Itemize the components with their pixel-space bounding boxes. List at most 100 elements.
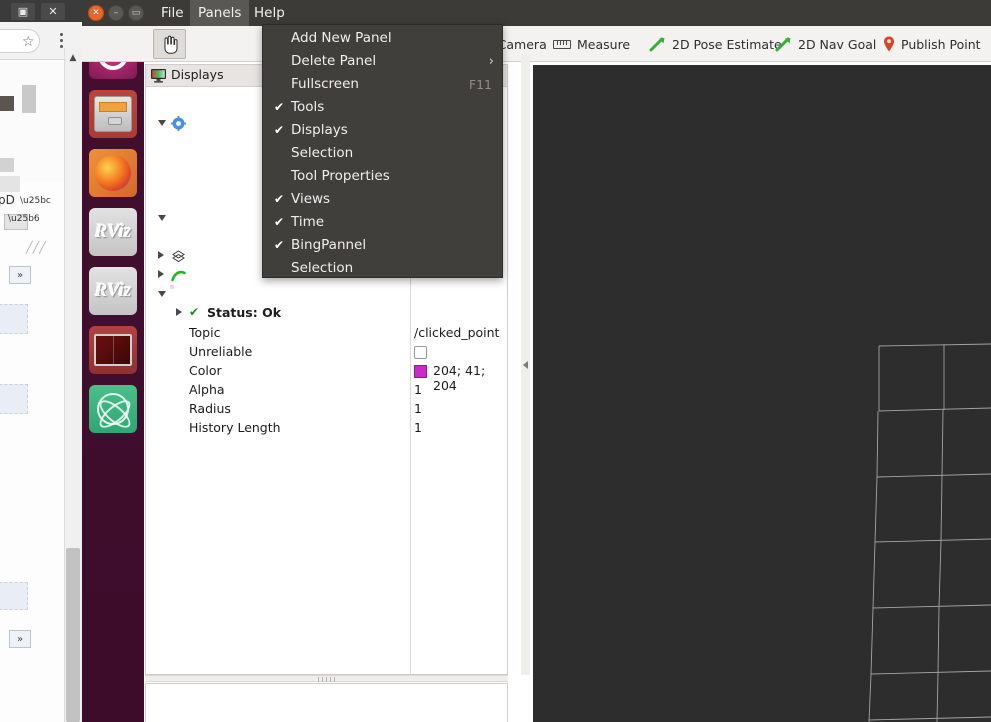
tree-row-point[interactable] [147,285,507,304]
expander-icon[interactable] [158,291,166,301]
radius-value[interactable]: 1 [414,401,422,416]
menu-item-add-new-panel[interactable]: Add New Panel [263,27,504,50]
check-icon: ✔ [274,238,285,252]
expander-icon[interactable] [158,270,164,278]
tree-row-radius[interactable]: Radius 1 [147,400,507,419]
collapse-left-arrow-icon [523,361,528,369]
browser-maximize-button[interactable]: ▣ [11,3,35,20]
gear-icon [171,116,186,131]
menu-item-bingpannel[interactable]: ✔ BingPannel [263,234,504,257]
menu-item-label: Selection [291,145,354,161]
window-maximize-button[interactable]: ▭ [128,5,144,21]
monitor-icon [150,68,167,83]
page-collapse-button-top[interactable]: » [9,266,31,284]
menu-item-selection[interactable]: Selection [263,142,504,165]
tree-row-color[interactable]: Color 204; 41; 204 [147,362,507,393]
page-grey-block [0,158,14,172]
check-icon: ✔ [274,100,285,114]
browser-menu-kebab-icon[interactable] [60,33,64,49]
check-icon: ✔ [274,192,285,206]
menu-item-tools[interactable]: ✔ Tools [263,96,504,119]
rviz-menubar: ✕ – ▭ File Panels Help [82,0,991,26]
menu-item-label: Views [291,191,331,207]
menu-item-label: BingPannel [291,237,367,253]
page-field-3[interactable] [0,582,28,610]
scroll-up-arrow-icon[interactable]: ▲ [66,52,80,64]
status-label: Status: Ok [207,305,282,320]
page-collapse-button-bottom[interactable]: » [9,630,31,648]
page-field-2[interactable] [0,384,28,414]
expander-icon[interactable] [158,251,164,259]
nav-goal-button[interactable]: 2D Nav Goal [768,28,883,60]
ruler-icon [553,39,571,49]
history-length-label: History Length [189,420,281,435]
history-length-value[interactable]: 1 [414,420,422,435]
topic-label: Topic [189,325,221,340]
window-minimize-button[interactable]: – [108,5,124,21]
3d-viewport[interactable] [533,65,991,722]
unreliable-label: Unreliable [189,344,253,359]
splitter-grip-icon [317,677,336,682]
warning-icon [171,211,186,226]
alpha-value[interactable]: 1 [414,382,422,397]
menu-help[interactable]: Help [246,0,293,26]
expander-icon[interactable] [158,120,166,130]
pose-estimate-label: 2D Pose Estimate [672,36,782,52]
hand-cursor-icon [161,35,178,54]
menu-item-accelerator: F11 [468,77,492,92]
browser-close-button[interactable]: ✕ [41,3,65,20]
menu-item-views[interactable]: ✔ Views [263,188,504,211]
menu-file[interactable]: File [153,0,192,26]
tree-row-status[interactable]: ✔ Status: Ok [147,304,507,323]
page-resize-grip-icon[interactable]: ╱╱╱ [26,241,46,254]
tree-row-history-length[interactable]: History Length 1 [147,419,507,438]
color-label: Color [189,363,222,378]
menu-item-label: Tools [291,99,325,115]
unreliable-checkbox[interactable] [414,346,427,359]
menu-item-fullscreen[interactable]: Fullscreen F11 [263,73,504,96]
browser-scrollbar-thumb[interactable] [66,548,80,722]
rviz-window: ✕ – ▭ File Panels Help Camera Measure 2D… [82,0,991,722]
vertical-splitter-collapse-button[interactable] [521,55,530,675]
bookmark-star-icon[interactable]: ☆ [22,34,35,50]
lower-panel [145,683,508,722]
page-grey-block-2 [0,176,20,192]
menu-panels[interactable]: Panels [190,0,250,26]
topic-value[interactable]: /clicked_point [414,325,499,340]
panels-dropdown-menu[interactable]: Add New Panel Delete Panel › Fullscreen … [262,24,503,278]
check-icon: ✔ [274,215,285,229]
interact-tool-button[interactable] [153,29,186,59]
horizontal-splitter[interactable] [145,675,508,682]
menu-item-delete-panel[interactable]: Delete Panel › [263,50,504,73]
menu-item-label: Time [291,214,325,230]
menu-item-displays[interactable]: ✔ Displays [263,119,504,142]
tree-row-alpha[interactable]: Alpha 1 [147,381,507,400]
page-scroll-thumb-small[interactable] [22,85,36,113]
check-icon: ✔ [274,123,285,137]
color-swatch[interactable] [414,365,427,378]
menu-item-label: Selection [291,260,354,276]
screen: ▣ ✕ ☆ pD \u25bc \u25b6 ╱╱╱ » » ▲ RViz RV… [0,0,991,722]
menu-item-tool-properties[interactable]: Tool Properties [263,165,504,188]
expander-icon[interactable] [176,308,182,316]
menu-item-label: Delete Panel [291,53,377,69]
expander-icon[interactable] [158,215,166,225]
menu-item-selection-2[interactable]: Selection [263,257,504,280]
tree-row-topic[interactable]: Topic /clicked_point [147,324,507,343]
displays-panel-title: Displays [171,67,224,82]
page-dropdown-arrow-icon[interactable]: \u25bc [20,196,51,206]
pose-estimate-button[interactable]: 2D Pose Estimate [642,28,789,60]
page-play-arrow-icon[interactable]: \u25b6 [8,214,40,224]
tree-row-unreliable[interactable]: Unreliable [147,343,507,362]
measure-label: Measure [577,36,631,52]
submenu-chevron-icon: › [488,54,494,69]
page-field-1[interactable] [0,304,28,334]
rviz-toolbar: Focus Camera Measure 2D Pose Estimate [82,26,991,62]
measure-button[interactable]: Measure [546,28,637,60]
background-browser-window[interactable]: ▣ ✕ ☆ pD \u25bc \u25b6 ╱╱╱ » » ▲ [0,0,85,722]
menu-item-label: Fullscreen [291,76,359,92]
window-close-button[interactable]: ✕ [88,5,104,21]
green-arrow-icon [775,37,792,52]
menu-item-time[interactable]: ✔ Time [263,211,504,234]
publish-point-button[interactable]: Publish Point [876,28,988,60]
